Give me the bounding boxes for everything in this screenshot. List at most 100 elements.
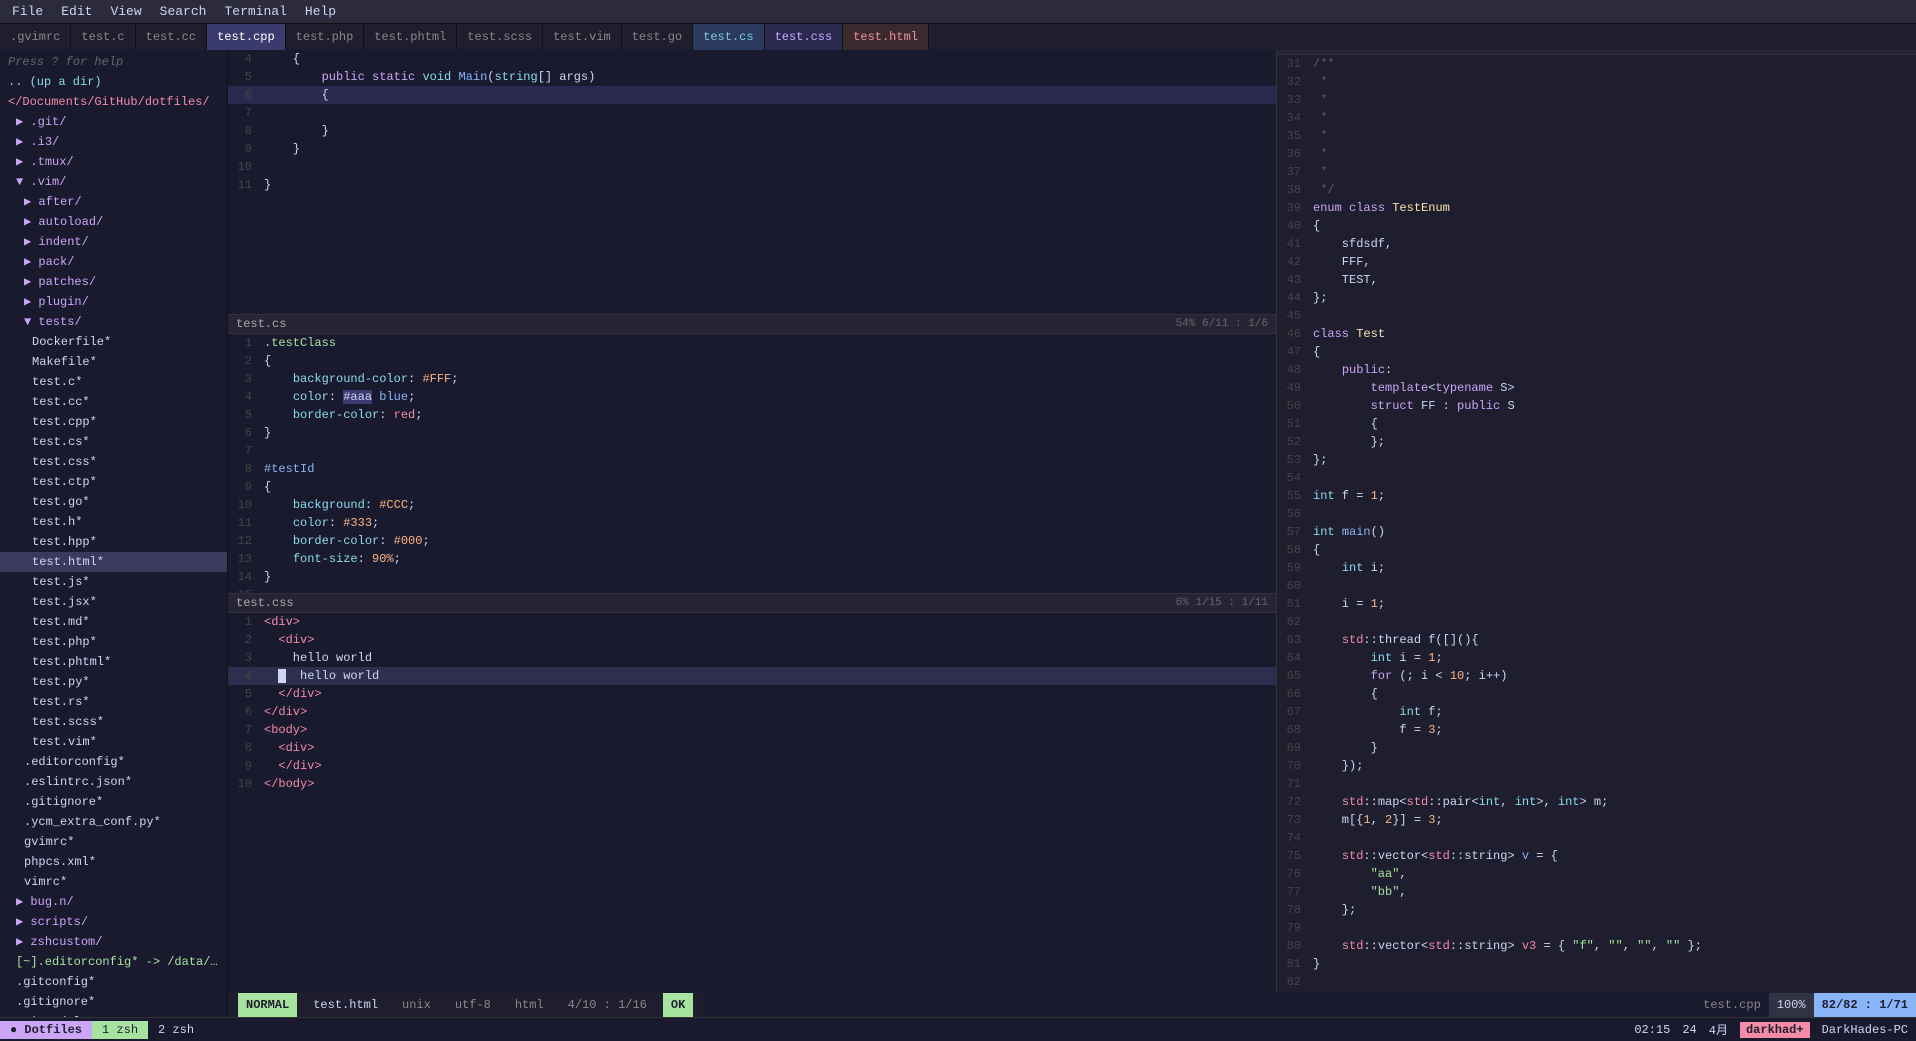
sidebar-testcpp-file[interactable]: test.cpp* bbox=[0, 412, 227, 432]
tab-gvimrc[interactable]: .gvimrc bbox=[0, 24, 71, 50]
tab-zsh2[interactable]: 2 zsh bbox=[148, 1021, 204, 1039]
sidebar-bugn[interactable]: ▶ bug.n/ bbox=[0, 892, 227, 912]
code-area-top[interactable]: 4 { 5 public static void Main(string[] a… bbox=[228, 50, 1276, 314]
sidebar-testcc-file[interactable]: test.cc* bbox=[0, 392, 227, 412]
sidebar-eslintrc[interactable]: .eslintrc.json* bbox=[0, 772, 227, 792]
code-line: 53}; bbox=[1277, 451, 1916, 469]
code-area-right[interactable]: 31/** 32 * 33 * 34 * 35 * 36 * 37 * 38 *… bbox=[1277, 55, 1916, 993]
sidebar-tmux[interactable]: ▶ .tmux/ bbox=[0, 152, 227, 172]
sidebar-plugin[interactable]: ▶ plugin/ bbox=[0, 292, 227, 312]
code-line: 47{ bbox=[1277, 343, 1916, 361]
code-line: 4 { bbox=[228, 50, 1276, 68]
code-line: 73 m[{1, 2}] = 3; bbox=[1277, 811, 1916, 829]
status-right: test.cpp 100% 82/82 : 1/71 bbox=[1695, 993, 1916, 1017]
sidebar-editorconfig-sym[interactable]: [~].editorconfig* -> /data/Do bbox=[0, 952, 227, 972]
sidebar-gitconfig[interactable]: .gitconfig* bbox=[0, 972, 227, 992]
sidebar-testctp-file[interactable]: test.ctp* bbox=[0, 472, 227, 492]
code-line: 6 { bbox=[228, 86, 1276, 104]
sidebar-testh-file[interactable]: test.h* bbox=[0, 512, 227, 532]
code-line: 61 i = 1; bbox=[1277, 595, 1916, 613]
tab-testc[interactable]: test.c bbox=[71, 24, 135, 50]
sidebar-testrs-file[interactable]: test.rs* bbox=[0, 692, 227, 712]
pane-mid-filename: test.cs bbox=[236, 317, 286, 331]
sidebar-scripts[interactable]: ▶ scripts/ bbox=[0, 912, 227, 932]
tab-testhtml[interactable]: test.html bbox=[843, 24, 929, 50]
sidebar-up-dir[interactable]: .. (up a dir) bbox=[0, 72, 227, 92]
tab-testcpp[interactable]: test.cpp bbox=[207, 24, 286, 50]
sidebar-after[interactable]: ▶ after/ bbox=[0, 192, 227, 212]
left-panes: 4 { 5 public static void Main(string[] a… bbox=[228, 50, 1276, 993]
sidebar-testcss-file[interactable]: test.css* bbox=[0, 452, 227, 472]
sidebar-gvimrc[interactable]: gvimrc* bbox=[0, 832, 227, 852]
sidebar-testhtml-file[interactable]: test.html* bbox=[0, 552, 227, 572]
code-area-bot[interactable]: 1 <div> 2 <div> 3 hello world 4 bbox=[228, 613, 1276, 993]
code-line: 9 </div> bbox=[228, 757, 1276, 775]
tab-testvim[interactable]: test.vim bbox=[543, 24, 622, 50]
sidebar-gitignore-root[interactable]: .gitignore* bbox=[0, 992, 227, 1012]
sidebar-testvim-file[interactable]: test.vim* bbox=[0, 732, 227, 752]
sidebar-testhpp-file[interactable]: test.hpp* bbox=[0, 532, 227, 552]
sidebar-dockerfile[interactable]: Dockerfile* bbox=[0, 332, 227, 352]
tab-testphtml[interactable]: test.phtml bbox=[364, 24, 457, 50]
code-line: 37 * bbox=[1277, 163, 1916, 181]
sidebar-testjs-file[interactable]: test.js* bbox=[0, 572, 227, 592]
menu-edit[interactable]: Edit bbox=[53, 2, 100, 21]
sidebar-zshcustom[interactable]: ▶ zshcustom/ bbox=[0, 932, 227, 952]
tab-testcc[interactable]: test.cc bbox=[136, 24, 207, 50]
sidebar-testphp-file[interactable]: test.php* bbox=[0, 632, 227, 652]
sidebar-autoload[interactable]: ▶ autoload/ bbox=[0, 212, 227, 232]
menu-view[interactable]: View bbox=[102, 2, 149, 21]
sidebar-phpcs[interactable]: phpcs.xml* bbox=[0, 852, 227, 872]
tab-testcs[interactable]: test.cs bbox=[693, 24, 764, 50]
sidebar-pack[interactable]: ▶ pack/ bbox=[0, 252, 227, 272]
code-line: 81} bbox=[1277, 955, 1916, 973]
sidebar-tests[interactable]: ▼ tests/ bbox=[0, 312, 227, 332]
code-area-mid[interactable]: 1 .testClass 2 { 3 background-color: #FF… bbox=[228, 334, 1276, 593]
menu-search[interactable]: Search bbox=[152, 2, 215, 21]
code-line: 70 }); bbox=[1277, 757, 1916, 775]
code-line: 59 int i; bbox=[1277, 559, 1916, 577]
menu-terminal[interactable]: Terminal bbox=[216, 2, 294, 21]
code-line: 6 } bbox=[228, 424, 1276, 442]
sidebar-vim[interactable]: ▼ .vim/ bbox=[0, 172, 227, 192]
sidebar-testjsx-file[interactable]: test.jsx* bbox=[0, 592, 227, 612]
code-line: 13 font-size: 90%; bbox=[228, 550, 1276, 568]
code-line: 33 * bbox=[1277, 91, 1916, 109]
sidebar-testscss-file[interactable]: test.scss* bbox=[0, 712, 227, 732]
code-line: 7 <body> bbox=[228, 721, 1276, 739]
sidebar-i3[interactable]: ▶ .i3/ bbox=[0, 132, 227, 152]
sidebar-testcs-file[interactable]: test.cs* bbox=[0, 432, 227, 452]
sidebar-indent[interactable]: ▶ indent/ bbox=[0, 232, 227, 252]
menu-file[interactable]: File bbox=[4, 2, 51, 21]
tab-dotfiles[interactable]: ● Dotfiles bbox=[0, 1021, 92, 1039]
tab-testphp[interactable]: test.php bbox=[286, 24, 365, 50]
sidebar-testphtml-file[interactable]: test.phtml* bbox=[0, 652, 227, 672]
tab-testcss[interactable]: test.css bbox=[765, 24, 844, 50]
sidebar-testmd-file[interactable]: test.md* bbox=[0, 612, 227, 632]
sidebar-editorconfig[interactable]: .editorconfig* bbox=[0, 752, 227, 772]
sidebar-root[interactable]: </Documents/GitHub/dotfiles/ bbox=[0, 92, 227, 112]
code-line: 43 TEST, bbox=[1277, 271, 1916, 289]
sidebar-testpy-file[interactable]: test.py* bbox=[0, 672, 227, 692]
code-line: 65 for (; i < 10; i++) bbox=[1277, 667, 1916, 685]
code-line: 7 bbox=[228, 104, 1276, 122]
code-line: 63 std::thread f([](){ bbox=[1277, 631, 1916, 649]
main-area: Press ? for help .. (up a dir) </Documen… bbox=[0, 50, 1916, 1017]
tab-testscss[interactable]: test.scss bbox=[457, 24, 543, 50]
sidebar-testgo-file[interactable]: test.go* bbox=[0, 492, 227, 512]
sidebar-testc-file[interactable]: test.c* bbox=[0, 372, 227, 392]
sidebar-gitignore-vim[interactable]: .gitignore* bbox=[0, 792, 227, 812]
sidebar-makefile[interactable]: Makefile* bbox=[0, 352, 227, 372]
sidebar-ycm[interactable]: .ycm_extra_conf.py* bbox=[0, 812, 227, 832]
tab-testgo[interactable]: test.go bbox=[622, 24, 693, 50]
menu-help[interactable]: Help bbox=[297, 2, 344, 21]
sidebar-vimrc[interactable]: vimrc* bbox=[0, 872, 227, 892]
code-line: 49 template<typename S> bbox=[1277, 379, 1916, 397]
sidebar: Press ? for help .. (up a dir) </Documen… bbox=[0, 50, 228, 1017]
sidebar-patches[interactable]: ▶ patches/ bbox=[0, 272, 227, 292]
tab-zsh1[interactable]: 1 zsh bbox=[92, 1021, 148, 1039]
code-line: 75 std::vector<std::string> v = { bbox=[1277, 847, 1916, 865]
code-line: 11 } bbox=[228, 176, 1276, 194]
sidebar-git[interactable]: ▶ .git/ bbox=[0, 112, 227, 132]
code-line: 45 bbox=[1277, 307, 1916, 325]
